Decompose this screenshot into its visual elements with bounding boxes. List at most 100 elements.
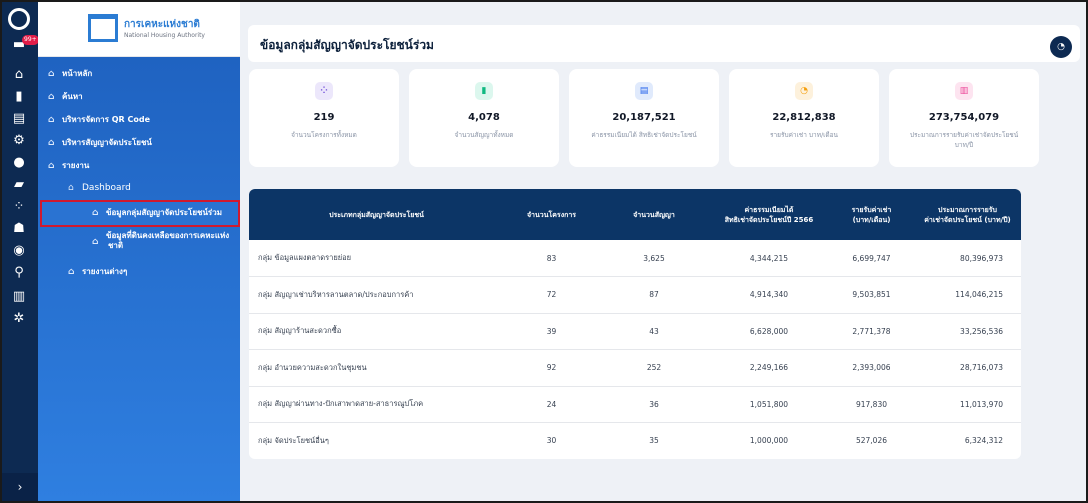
app-logo-icon[interactable] (8, 8, 30, 30)
stat-value: 273,754,079 (928, 112, 1000, 123)
cell-projects: 30 (546, 436, 557, 446)
sidebar-item-other-reports[interactable]: ⌂ รายงานต่างๆ (68, 264, 127, 280)
bar-chart-icon: ▥ (955, 82, 973, 100)
cell-contracts: 87 (649, 290, 659, 300)
cell-fees: 2,249,166 (749, 363, 789, 373)
stat-card-fees: ▤ 20,187,521 ค่าธรรมเนียมได้ สิทธิเช่าจั… (569, 69, 719, 167)
cell-contracts: 35 (649, 436, 659, 446)
table-row[interactable]: กลุ่ม สัญญาผ่านทาง-ปักเสาพาดสาย-สาธารณูป… (249, 386, 1021, 423)
sidebar-item-contracts[interactable]: ⌂ บริหารสัญญาจัดประโยชน์ (48, 135, 152, 151)
settings-icon[interactable]: ⚙ (9, 132, 29, 150)
chart-icon[interactable]: ▥ (9, 288, 29, 306)
file-icon: ▤ (635, 82, 653, 100)
home-outline-icon: ⌂ (48, 161, 55, 171)
stat-value: 4,078 (468, 112, 500, 123)
cogs-icon[interactable]: ✲ (9, 310, 29, 328)
sidebar-item-qr-code[interactable]: ⌂ บริหารจัดการ QR Code (48, 112, 150, 128)
column-header: จำนวนสัญญา (599, 189, 709, 240)
column-header-label: สิทธิเช่าจัดประโยชน์ปี 2566 (724, 215, 814, 224)
cell-projects: 24 (546, 399, 557, 409)
search-icon[interactable]: ⚲ (9, 264, 29, 282)
table-header-row: ประเภทกลุ่มสัญญาจัดประโยชน์ จำนวนโครงการ… (249, 189, 1021, 240)
cell-fees: 4,914,340 (749, 290, 789, 300)
stat-label: ค่าธรรมเนียมได้ สิทธิเช่าจัดประโยชน์ (591, 131, 697, 139)
sidebar-item-search[interactable]: ⌂ ค้นหา (48, 89, 83, 105)
column-header-label: (บาท/เดือน) (852, 215, 891, 224)
chat-icon[interactable]: ◔ (1050, 36, 1072, 58)
stat-label-line: ประมาณการรายรับค่าเช่าจัดประโยชน์ (909, 131, 1019, 139)
cell-yearly-estimate: 33,256,536 (960, 326, 1003, 336)
cell-contracts: 36 (649, 399, 659, 409)
flag-icon[interactable]: ▰ (9, 176, 29, 194)
brand-title: การเคหะแห่งชาติ (124, 19, 200, 30)
sidebar-item-label: รายงานต่างๆ (82, 267, 128, 276)
users-icon[interactable]: ☗ (9, 220, 29, 238)
sidebar-item-label: หน้าหลัก (62, 69, 93, 78)
table-row[interactable]: กลุ่ม สัญญาร้านสะดวกซื้อ 39 43 6,628,000… (249, 313, 1021, 350)
stat-label: ประมาณการรายรับค่าเช่าจัดประโยชน์บาท/ปี (899, 130, 1029, 150)
grid-icon[interactable]: ⁘ (9, 198, 29, 216)
table-row[interactable]: กลุ่ม สัญญาเช่าบริหารลานตลาด/ประกอบการค้… (249, 277, 1021, 313)
column-header: รายรับค่าเช่า (บาท/เดือน) (829, 189, 914, 240)
sidebar-item-label: ข้อมูลกลุ่มสัญญาจัดประโยชน์ร่วม (106, 208, 222, 217)
shield-icon[interactable]: ◉ (9, 242, 29, 260)
stat-card-contracts: ▮ 4,078 จำนวนสัญญาทั้งหมด (409, 69, 559, 167)
column-header: จำนวนโครงการ (504, 189, 599, 240)
sidebar-item-home[interactable]: ⌂ หน้าหลัก (48, 66, 92, 82)
stat-label: รายรับค่าเช่า บาท/เดือน (770, 131, 838, 139)
notification-badge: 99+ (22, 35, 39, 45)
column-header: ค่าธรรมเนียมได้ สิทธิเช่าจัดประโยชน์ปี 25… (709, 189, 829, 240)
home-outline-icon: ⌂ (68, 183, 74, 193)
sidebar-item-dashboard[interactable]: ⌂ Dashboard (68, 180, 131, 196)
column-header: ประมาณการรายรับ ค่าเช่าจัดประโยชน์ (บาท/ป… (914, 189, 1021, 240)
page-header: ข้อมูลกลุ่มสัญญาจัดประโยชน์ร่วม (248, 25, 1080, 62)
home-outline-icon: ⌂ (68, 267, 75, 277)
cell-monthly-rent: 2,393,006 (852, 363, 891, 373)
document-icon[interactable]: ▮ (9, 88, 29, 106)
expand-sidebar-button[interactable]: › (2, 473, 38, 501)
table-row[interactable]: กลุ่ม อำนวยความสะดวกในชุมชน 92 252 2,249… (249, 350, 1021, 386)
stat-card-yearly-estimate: ▥ 273,754,079 ประมาณการรายรับค่าเช่าจัดป… (889, 69, 1039, 167)
cell-category: กลุ่ม ข้อมูลแผงตลาดรายย่อย (258, 253, 352, 262)
table-row[interactable]: กลุ่ม ข้อมูลแผงตลาดรายย่อย 83 3,625 4,34… (249, 240, 1021, 277)
sidebar-item-remaining-land[interactable]: ⌂ ข้อมูลที่ดินคงเหลือของการเคหะแห่ง ชาติ (92, 231, 229, 255)
user-icon[interactable]: ● (9, 154, 29, 172)
column-header-label: ค่าธรรมเนียมได้ (744, 205, 794, 214)
column-header-label: จำนวนโครงการ (526, 210, 577, 219)
grid-icon: ⁘ (315, 82, 333, 100)
sidebar-item-label: บริหารสัญญาจัดประโยชน์ (62, 138, 152, 147)
cell-fees: 4,344,215 (749, 253, 789, 263)
stat-value: 22,812,838 (772, 112, 836, 123)
file-icon[interactable]: ▤ (9, 110, 29, 128)
cell-fees: 1,051,800 (749, 399, 789, 409)
cell-yearly-estimate: 6,324,312 (964, 436, 1003, 446)
table-row[interactable]: กลุ่ม จัดประโยชน์อื่นๆ 30 35 1,000,000 5… (249, 423, 1021, 459)
home-icon[interactable]: ⌂ (9, 66, 29, 84)
pie-chart-icon: ◔ (795, 82, 813, 100)
stat-label-line: บาท/ปี (954, 141, 974, 149)
cell-monthly-rent: 9,503,851 (852, 290, 891, 300)
sidebar-item-label: รายงาน (62, 161, 90, 170)
home-outline-icon: ⌂ (92, 237, 99, 247)
home-outline-icon: ⌂ (48, 115, 55, 125)
sidebar-item-joint-benefit-contracts[interactable]: ⌂ ข้อมูลกลุ่มสัญญาจัดประโยชน์ร่วม (92, 205, 222, 221)
stat-value: 20,187,521 (612, 112, 676, 123)
sidebar-item-reports[interactable]: ⌂ รายงาน (48, 158, 89, 174)
stat-card-monthly-rent: ◔ 22,812,838 รายรับค่าเช่า บาท/เดือน (729, 69, 879, 167)
brand-logo[interactable]: การเคหะแห่งชาติ National Housing Authori… (38, 2, 240, 57)
stat-value: 219 (313, 112, 335, 123)
cell-fees: 1,000,000 (749, 436, 789, 446)
cell-monthly-rent: 917,830 (855, 399, 887, 409)
cell-contracts: 43 (649, 326, 659, 336)
stat-label: จำนวนโครงการทั้งหมด (291, 131, 357, 139)
cell-category: กลุ่ม จัดประโยชน์อื่นๆ (258, 435, 329, 445)
column-header-label: รายรับค่าเช่า (851, 205, 892, 214)
sidebar: การเคหะแห่งชาติ National Housing Authori… (38, 2, 240, 501)
sidebar-item-label: ค้นหา (62, 92, 83, 101)
home-outline-icon: ⌂ (48, 69, 55, 79)
sidebar-item-label: Dashboard (82, 183, 131, 193)
cell-monthly-rent: 527,026 (855, 436, 887, 446)
sidebar-item-label: ข้อมูลที่ดินคงเหลือของการเคหะแห่ง (106, 231, 230, 240)
cell-category: กลุ่ม สัญญาผ่านทาง-ปักเสาพาดสาย-สาธารณูป… (258, 399, 424, 409)
nha-logo-icon (88, 14, 118, 42)
